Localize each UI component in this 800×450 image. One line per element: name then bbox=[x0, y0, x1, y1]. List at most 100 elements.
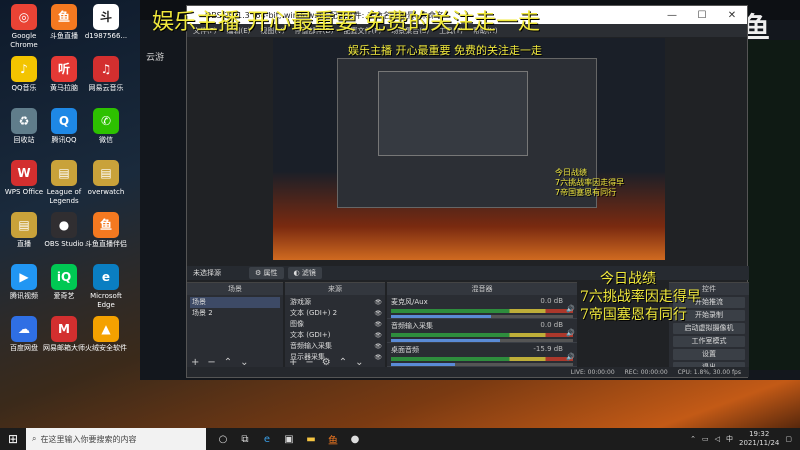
source-item[interactable]: 图像 👁 bbox=[288, 319, 382, 330]
desktop-icon[interactable]: ♪ QQ音乐 bbox=[2, 56, 46, 93]
clock[interactable]: 19:32 2021/11/24 bbox=[739, 430, 779, 448]
desktop-icon[interactable]: M 网易邮箱大师 bbox=[42, 316, 86, 353]
mixer-title: 混音器 bbox=[387, 283, 577, 295]
live-status: LIVE: 00:00:00 bbox=[570, 368, 615, 376]
visibility-eye-icon[interactable]: 👁 bbox=[374, 341, 382, 352]
douyu-taskbar-icon[interactable]: 鱼 bbox=[326, 432, 340, 447]
control-button[interactable]: 设置 bbox=[673, 349, 745, 360]
ime-indicator[interactable]: 中 bbox=[726, 434, 733, 444]
desktop-icon[interactable]: ♫ 网易云音乐 bbox=[84, 56, 128, 93]
move-up-icon[interactable]: ⌃ bbox=[224, 357, 232, 368]
visibility-eye-icon[interactable]: 👁 bbox=[374, 297, 382, 308]
mixer-dock: 混音器 麦克风/Aux 0.0 dB 🔊 音频输入采集 0.0 dB 🔊 桌面音频 -15.9… bbox=[387, 282, 577, 368]
volume-icon[interactable]: ◁ bbox=[715, 435, 720, 443]
desktop-icon[interactable]: ◎ Google Chrome bbox=[2, 4, 46, 50]
desktop-icon[interactable]: ▤ League of Legends bbox=[42, 160, 86, 206]
visibility-eye-icon[interactable]: 👁 bbox=[374, 330, 382, 341]
volume-slider[interactable] bbox=[391, 363, 573, 366]
desktop-icon-label: 百度网盘 bbox=[10, 344, 38, 352]
obs-preview[interactable] bbox=[273, 38, 665, 260]
desktop-icon-label: 微信 bbox=[99, 136, 113, 144]
desktop-icon[interactable]: 斗 d1987566... bbox=[84, 4, 128, 41]
desktop-icon-label: 回收站 bbox=[13, 136, 35, 144]
speaker-icon[interactable]: 🔊 bbox=[566, 329, 575, 337]
scene-item[interactable]: 场景 bbox=[190, 297, 280, 308]
source-item[interactable]: 文本 (GDI+) 👁 bbox=[288, 330, 382, 341]
desktop-icon[interactable]: Q 腾讯QQ bbox=[42, 108, 86, 145]
desktop-icon[interactable]: 鱼斗鱼直播 bbox=[42, 4, 86, 41]
desktop-icon[interactable]: e Microsoft Edge bbox=[84, 264, 128, 310]
move-up-icon[interactable]: ⌃ bbox=[339, 357, 347, 368]
filters-button[interactable]: ◐ 滤镜 bbox=[287, 267, 322, 279]
battle-record-line: 7帝国塞恩有同行 bbox=[580, 307, 687, 323]
scene-item[interactable]: 场景 2 bbox=[190, 308, 280, 319]
app-icon: 斗 bbox=[93, 4, 119, 30]
desktop-icon[interactable]: ● OBS Studio bbox=[42, 212, 86, 249]
desktop-icon-label: 直播 bbox=[17, 240, 31, 248]
remove-source-icon[interactable]: − bbox=[305, 357, 313, 368]
source-item[interactable]: 文本 (GDI+) 2 👁 bbox=[288, 308, 382, 319]
speaker-icon[interactable]: 🔊 bbox=[566, 305, 575, 313]
desktop-icon-label: League of Legends bbox=[46, 188, 82, 205]
windows-start-icon[interactable]: ⊞ bbox=[0, 428, 26, 450]
cortana-icon[interactable]: ○ bbox=[216, 432, 230, 446]
desktop-icon[interactable]: ▲ 火绒安全软件 bbox=[84, 316, 128, 353]
control-button[interactable]: 启动虚拟摄像机 bbox=[673, 323, 745, 334]
desktop-icon-label: 斗鱼直播 bbox=[50, 32, 78, 40]
app-icon: ▤ bbox=[93, 160, 119, 186]
desktop-icon-label: overwatch bbox=[87, 188, 125, 196]
obs-taskbar-icon[interactable]: ● bbox=[348, 432, 362, 446]
chevron-up-icon[interactable]: ⌃ bbox=[690, 435, 696, 443]
speaker-icon[interactable]: 🔊 bbox=[566, 353, 575, 361]
close-button[interactable]: ✕ bbox=[717, 6, 747, 24]
desktop-icon[interactable]: ✆ 微信 bbox=[84, 108, 128, 145]
desktop-icon-label: WPS Office bbox=[4, 188, 44, 196]
maximize-button[interactable]: ☐ bbox=[687, 6, 717, 24]
desktop: ◎ Google Chrome 鱼斗鱼直播斗 d1987566... ♪ QQ音乐听黄马拉… bbox=[0, 0, 140, 428]
volume-slider[interactable] bbox=[391, 315, 573, 318]
store-icon[interactable]: ▣ bbox=[282, 432, 296, 446]
app-icon: W bbox=[11, 160, 37, 186]
move-down-icon[interactable]: ⌄ bbox=[355, 357, 363, 368]
control-button[interactable]: 工作室模式 bbox=[673, 336, 745, 347]
app-icon: ▲ bbox=[93, 316, 119, 342]
task-view-icon[interactable]: ⧉ bbox=[238, 432, 252, 446]
desktop-icon-label: 火绒安全软件 bbox=[85, 344, 127, 352]
minimize-button[interactable]: — bbox=[657, 6, 687, 24]
desktop-icon[interactable]: ♻ 回收站 bbox=[2, 108, 46, 145]
edge-icon[interactable]: e bbox=[260, 432, 274, 446]
file-explorer-icon[interactable]: ▬ bbox=[304, 432, 318, 446]
add-scene-icon[interactable]: + bbox=[191, 357, 199, 368]
taskbar-search[interactable]: ⌕ 在这里输入你要搜索的内容 bbox=[26, 428, 206, 450]
move-down-icon[interactable]: ⌄ bbox=[240, 357, 248, 368]
volume-meter bbox=[391, 357, 573, 361]
taskbar: ⊞ ⌕ 在这里输入你要搜索的内容 ○ ⧉ e ▣ ▬ 鱼 ● ⌃ ▭ ◁ 中 1… bbox=[0, 428, 800, 450]
desktop-icon[interactable]: ▤ 直播 bbox=[2, 212, 46, 249]
remove-scene-icon[interactable]: − bbox=[207, 357, 215, 368]
mixer-channel: 桌面音频 -15.9 dB 🔊 bbox=[387, 343, 577, 367]
visibility-eye-icon[interactable]: 👁 bbox=[374, 319, 382, 330]
desktop-icon[interactable]: iQ 爱奇艺 bbox=[42, 264, 86, 301]
mixer-db-value: 0.0 dB bbox=[540, 321, 563, 329]
desktop-icon[interactable]: 听黄马拉脑 bbox=[42, 56, 86, 93]
source-item[interactable]: 游戏源 👁 bbox=[288, 297, 382, 308]
desktop-icon[interactable]: W WPS Office bbox=[2, 160, 46, 197]
desktop-icon[interactable]: ▶ 腾讯视频 bbox=[2, 264, 46, 301]
notification-icon[interactable]: ▢ bbox=[785, 435, 792, 443]
app-icon: ♪ bbox=[11, 56, 37, 82]
add-source-icon[interactable]: + bbox=[289, 357, 297, 368]
network-icon[interactable]: ▭ bbox=[702, 435, 709, 443]
desktop-icon-label: 网易云音乐 bbox=[88, 84, 124, 92]
visibility-eye-icon[interactable]: 👁 bbox=[374, 308, 382, 319]
gear-icon[interactable]: ⚙ bbox=[322, 357, 331, 368]
properties-button[interactable]: ⚙ 属性 bbox=[249, 267, 284, 279]
desktop-icon-label: 黄马拉脑 bbox=[50, 84, 78, 92]
mixer-channel: 麦克风/Aux 0.0 dB 🔊 bbox=[387, 295, 577, 319]
source-item[interactable]: 音频输入采集 👁 bbox=[288, 341, 382, 352]
mixer-channel: 音频输入采集 0.0 dB 🔊 bbox=[387, 319, 577, 343]
desktop-icon[interactable]: 鱼斗鱼直播伴侣 bbox=[84, 212, 128, 249]
desktop-icon[interactable]: ☁ 百度网盘 bbox=[2, 316, 46, 353]
volume-slider[interactable] bbox=[391, 339, 573, 342]
app-icon: M bbox=[51, 316, 77, 342]
desktop-icon[interactable]: ▤ overwatch bbox=[84, 160, 128, 197]
